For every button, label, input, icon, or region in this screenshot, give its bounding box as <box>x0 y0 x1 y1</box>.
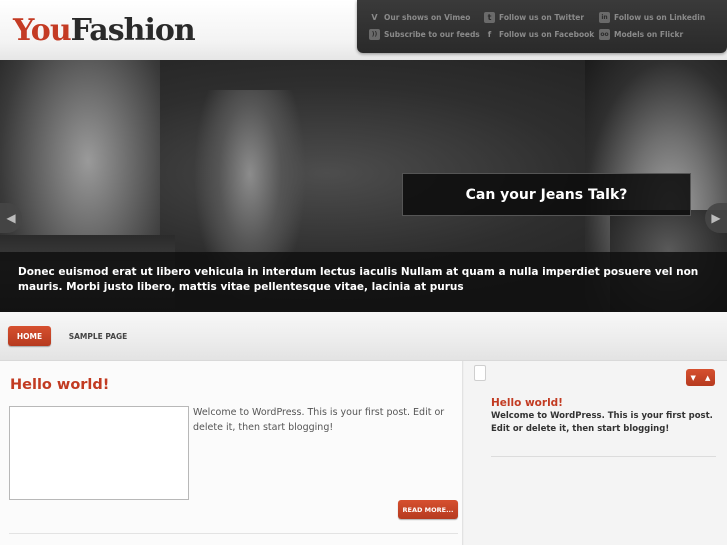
sidebar <box>464 361 727 545</box>
facebook-icon: f <box>487 29 492 39</box>
logo-fashion: Fashion <box>70 13 196 48</box>
featured-slider: Can your Jeans Talk? Donec euismod erat … <box>0 60 727 312</box>
social-label: Subscribe to our feeds <box>384 29 480 39</box>
rss-icon: )) <box>369 28 380 40</box>
post-title[interactable]: Hello world! <box>10 377 109 393</box>
sidebar-tab[interactable] <box>474 365 486 381</box>
social-label: Our shows on Vimeo <box>384 12 471 22</box>
vimeo-icon: V <box>371 12 378 22</box>
sidebar-divider <box>491 456 716 457</box>
twitter-icon: t <box>484 11 495 23</box>
site-logo[interactable]: YouFashion <box>13 13 196 49</box>
main-nav: HOME SAMPLE PAGE <box>0 312 727 361</box>
nav-item-home[interactable]: HOME <box>8 326 51 346</box>
logo-you: You <box>13 13 72 48</box>
sidebar-scroll-controls: ▼ ▲ <box>686 369 715 386</box>
social-links-bar: V Our shows on Vimeo t Follow us on Twit… <box>357 0 727 53</box>
social-label: Follow us on Linkedin <box>614 12 706 22</box>
social-link-facebook[interactable]: f Follow us on Facebook <box>484 27 595 41</box>
linkedin-icon: in <box>599 11 610 23</box>
slide-caption: Donec euismod erat ut libero vehicula in… <box>18 266 699 293</box>
social-label: Models on Flickr <box>614 29 684 39</box>
flickr-icon: oo <box>599 28 610 40</box>
social-label: Follow us on Facebook <box>499 29 595 39</box>
social-link-linkedin[interactable]: in Follow us on Linkedin <box>599 10 705 24</box>
chevron-right-icon: ▶ <box>711 211 721 225</box>
post-thumbnail[interactable] <box>9 406 189 500</box>
social-link-rss[interactable]: )) Subscribe to our feeds <box>369 27 480 41</box>
post-excerpt: Welcome to WordPress. This is your first… <box>193 407 445 433</box>
nav-item-sample-page[interactable]: SAMPLE PAGE <box>62 326 134 346</box>
social-link-vimeo[interactable]: V Our shows on Vimeo <box>369 10 470 24</box>
chevron-down-icon[interactable]: ▼ <box>691 374 696 382</box>
post-divider <box>9 533 458 534</box>
slide-title[interactable]: Can your Jeans Talk? <box>402 173 691 216</box>
social-link-flickr[interactable]: oo Models on Flickr <box>599 27 683 41</box>
slider-next-button[interactable]: ▶ <box>705 203 727 233</box>
chevron-left-icon: ◀ <box>6 211 16 225</box>
social-link-twitter[interactable]: t Follow us on Twitter <box>484 10 584 24</box>
sidebar-post-title[interactable]: Hello world! <box>491 397 563 409</box>
read-more-button[interactable]: READ MORE... <box>398 500 458 519</box>
social-label: Follow us on Twitter <box>499 12 585 22</box>
sidebar-post-excerpt: Welcome to WordPress. This is your first… <box>491 411 713 434</box>
chevron-up-icon[interactable]: ▲ <box>705 374 710 382</box>
